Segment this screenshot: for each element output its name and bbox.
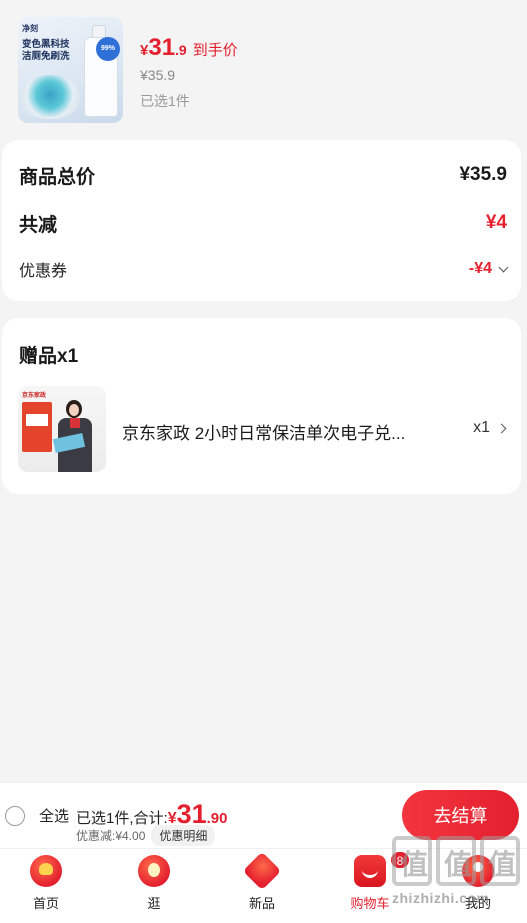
discount-detail-button[interactable]: 优惠明细 bbox=[151, 825, 216, 846]
tab-new-products[interactable]: 新品 bbox=[227, 851, 297, 912]
product-image-caption-line1: 变色黑科技 bbox=[22, 39, 70, 50]
browse-icon[interactable] bbox=[138, 855, 170, 887]
total-price-label: 商品总价 bbox=[19, 166, 96, 188]
coupon-value[interactable]: -¥4 bbox=[468, 260, 509, 278]
price-decimal: .9 bbox=[175, 42, 187, 58]
price-integer: 31 bbox=[148, 34, 176, 61]
select-all-label[interactable]: 全选 bbox=[39, 805, 69, 826]
tab-new-products-label[interactable]: 新品 bbox=[227, 893, 297, 912]
select-all-checkbox[interactable] bbox=[5, 805, 25, 826]
product-row[interactable]: 净刻 变色黑科技 洁厕免刷洗 99% ¥31.9 到手价 ¥35.9 已选1件 bbox=[0, 0, 527, 135]
chevron-down-icon[interactable] bbox=[498, 262, 509, 272]
gift-quantity[interactable]: x1 bbox=[473, 419, 507, 437]
coupon-amount: -¥4 bbox=[468, 260, 492, 277]
selected-count: 已选1件 bbox=[140, 93, 190, 109]
tab-profile[interactable]: 我的 bbox=[443, 855, 513, 912]
gift-image-person-face bbox=[69, 404, 79, 416]
coupon-label: 优惠券 bbox=[19, 263, 68, 280]
gift-name[interactable]: 京东家政 2小时日常保洁单次电子兑... bbox=[122, 419, 405, 444]
toilet-illustration bbox=[20, 75, 80, 119]
tab-cart[interactable]: 8 购物车 bbox=[335, 851, 410, 912]
select-all[interactable]: 全选 bbox=[5, 805, 69, 826]
total-reduction-row: 共减 ¥4 bbox=[19, 210, 507, 236]
gift-title: 赠品x1 bbox=[19, 346, 79, 367]
gift-image[interactable]: 京东家政 bbox=[18, 386, 106, 472]
tab-browse[interactable]: 逛 bbox=[119, 855, 189, 912]
tab-profile-label[interactable]: 我的 bbox=[443, 893, 513, 912]
total-price-row: 商品总价 ¥35.9 bbox=[19, 162, 507, 188]
home-icon[interactable] bbox=[30, 855, 62, 887]
discount-line: 优惠减:¥4.00 优惠明细 bbox=[76, 825, 216, 846]
gift-image-poster-panel bbox=[26, 414, 48, 426]
chevron-right-icon[interactable] bbox=[496, 423, 507, 433]
product-image[interactable]: 净刻 变色黑科技 洁厕免刷洗 99% bbox=[18, 17, 123, 123]
total-price-value: ¥35.9 bbox=[459, 164, 507, 185]
gift-image-poster bbox=[22, 402, 52, 452]
tab-browse-label[interactable]: 逛 bbox=[119, 893, 189, 912]
checkout-bar: 全选 已选1件,合计:¥31.90 优惠减:¥4.00 优惠明细 去结算 bbox=[0, 782, 527, 848]
profile-icon[interactable] bbox=[462, 855, 494, 887]
bottom-tab-bar: 首页 逛 新品 8 购物车 我的 bbox=[0, 848, 527, 923]
final-price: ¥31.9 到手价 bbox=[140, 34, 238, 62]
new-products-icon[interactable] bbox=[242, 851, 282, 891]
tab-home-label[interactable]: 首页 bbox=[11, 893, 81, 912]
coupon-row[interactable]: 优惠券 -¥4 bbox=[19, 257, 509, 281]
cart-badge: 8 bbox=[390, 851, 410, 869]
total-reduction-value: ¥4 bbox=[485, 212, 507, 233]
gift-quantity-value: x1 bbox=[473, 419, 490, 436]
original-price: ¥35.9 bbox=[140, 67, 176, 83]
product-image-caption-line2: 洁厕免刷洗 bbox=[22, 51, 70, 62]
total-reduction-label: 共减 bbox=[19, 214, 58, 236]
product-image-logo: 净刻 bbox=[22, 24, 38, 33]
checkout-button[interactable]: 去结算 bbox=[402, 790, 519, 840]
discount-text: 优惠减:¥4.00 bbox=[76, 829, 146, 843]
gift-card: 赠品x1 京东家政 京东家政 2小时日常保洁单次电子兑... x1 bbox=[2, 318, 521, 494]
gift-image-header: 京东家政 bbox=[22, 393, 47, 399]
price-summary-card: 商品总价 ¥35.9 共减 ¥4 优惠券 -¥4 bbox=[2, 140, 521, 301]
tab-cart-label[interactable]: 购物车 bbox=[335, 893, 405, 912]
cart-icon[interactable]: 8 bbox=[354, 851, 410, 887]
product-image-caption: 变色黑科技 洁厕免刷洗 bbox=[22, 39, 84, 63]
gift-image-person-scarf bbox=[70, 418, 80, 428]
price-tag: 到手价 bbox=[192, 42, 238, 59]
product-image-badge: 99% bbox=[96, 37, 120, 61]
tab-home[interactable]: 首页 bbox=[11, 855, 81, 912]
